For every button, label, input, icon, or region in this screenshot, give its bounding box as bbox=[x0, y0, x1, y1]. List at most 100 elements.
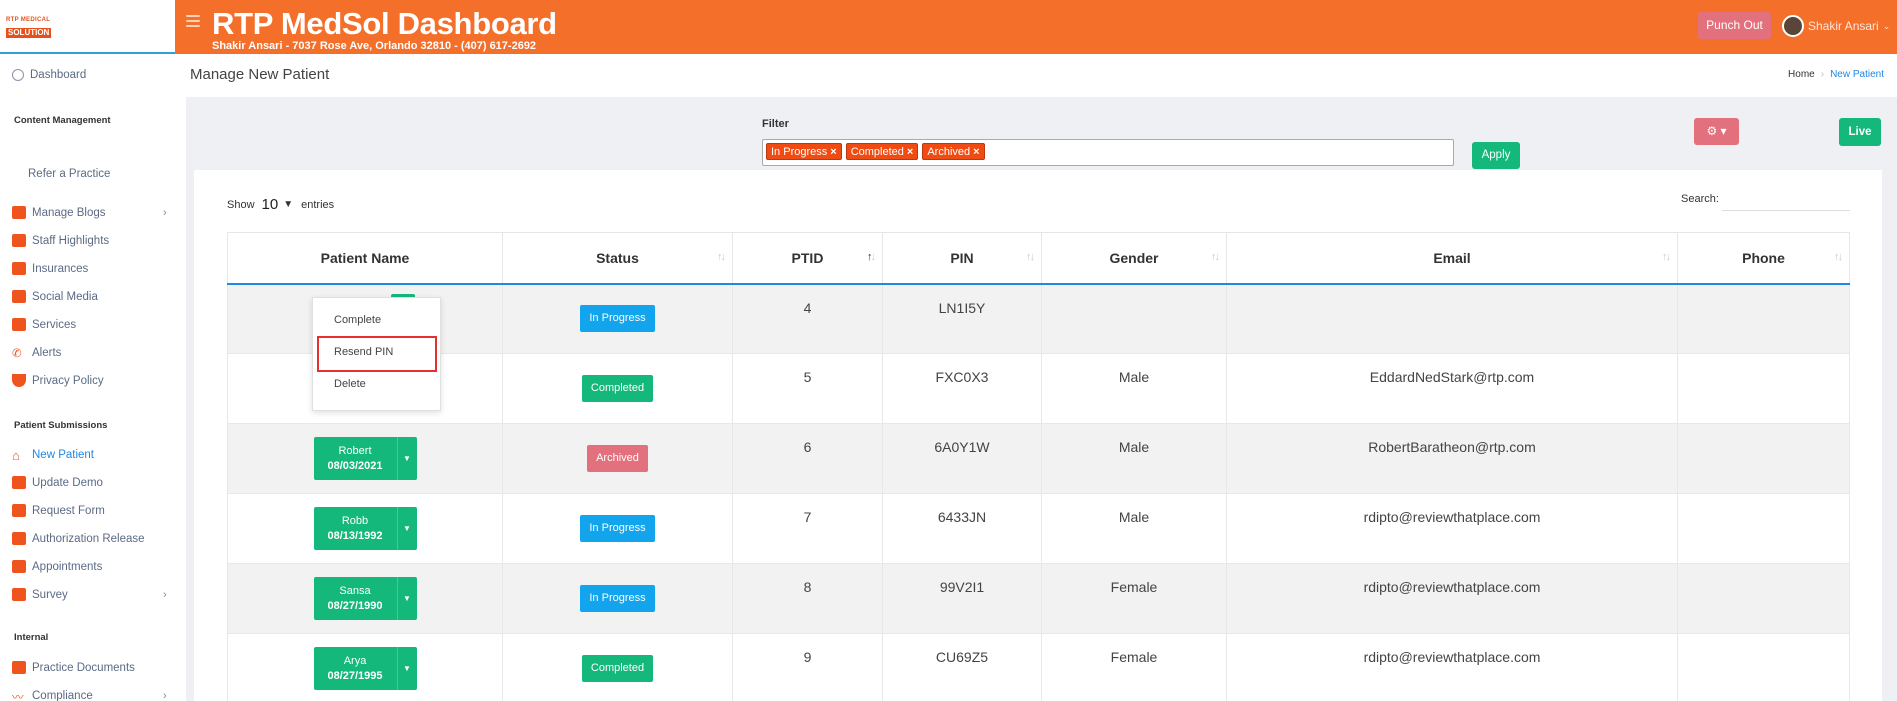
sidebar-item-label: Compliance bbox=[32, 689, 93, 701]
patient-name-button[interactable]: Sansa 08/27/1990 ▼ bbox=[313, 577, 417, 620]
entries-select[interactable]: 10 bbox=[262, 196, 279, 213]
menu-item-complete[interactable]: Complete bbox=[334, 314, 381, 326]
cell-patient-name: Sansa 08/27/1990 ▼ bbox=[227, 563, 503, 634]
search-input[interactable] bbox=[1721, 193, 1850, 211]
cell-phone bbox=[1677, 423, 1850, 494]
table-row: Robb 08/13/1992 ▼ In Progress 7 6433JN Ma… bbox=[227, 493, 1850, 564]
sidebar-section-patient: Patient Submissions bbox=[14, 420, 108, 431]
cell-email: rdipto@reviewthatplace.com bbox=[1226, 493, 1678, 564]
chevron-right-icon: › bbox=[163, 690, 167, 701]
patient-name-text: Arya 08/27/1995 bbox=[314, 654, 397, 684]
cell-status: Completed bbox=[502, 353, 733, 424]
patient-first-name: Robert bbox=[338, 444, 372, 457]
cell-phone bbox=[1677, 353, 1850, 424]
breadcrumb-home[interactable]: Home bbox=[1788, 69, 1815, 80]
sidebar-item-survey[interactable]: Survey bbox=[12, 588, 68, 601]
filter-label: Filter bbox=[762, 118, 789, 130]
column-header-ptid[interactable]: PTID ↑↓ bbox=[732, 232, 883, 285]
sidebar-item-insurances[interactable]: Insurances bbox=[12, 262, 88, 275]
cell-patient-name: Arya 08/27/1995 ▼ bbox=[227, 633, 503, 701]
app-title: RTP MedSol Dashboard bbox=[212, 6, 557, 41]
filter-tag: Archived × bbox=[922, 143, 985, 160]
sidebar-item-refer[interactable]: Refer a Practice bbox=[28, 168, 110, 180]
cell-ptid: 7 bbox=[732, 493, 883, 564]
caret-down-icon[interactable]: ▼ bbox=[396, 507, 417, 550]
sidebar-item-label: Dashboard bbox=[30, 69, 87, 81]
sidebar-item-alerts[interactable]: ✆ Alerts bbox=[12, 346, 61, 361]
breadcrumb: Home › New Patient bbox=[1788, 69, 1884, 80]
menu-item-delete[interactable]: Delete bbox=[334, 378, 366, 390]
remove-tag-icon[interactable]: × bbox=[830, 146, 836, 158]
sidebar-item-services[interactable]: Services bbox=[12, 318, 76, 331]
patient-name-button[interactable]: Robert 08/03/2021 ▼ bbox=[313, 437, 417, 480]
caret-down-icon[interactable]: ▼ bbox=[396, 647, 417, 690]
settings-dropdown-button[interactable]: ⚙ ▾ bbox=[1694, 118, 1739, 145]
sidebar-item-dashboard[interactable]: Dashboard bbox=[12, 69, 86, 81]
sidebar-item-social[interactable]: Social Media bbox=[12, 290, 98, 303]
patient-name-text: Sansa 08/27/1990 bbox=[314, 584, 397, 614]
sidebar-item-privacy[interactable]: Privacy Policy bbox=[12, 374, 104, 387]
table-row: Sansa 08/27/1990 ▼ In Progress 8 99V2I1 F… bbox=[227, 563, 1850, 634]
filter-tag-label: Archived bbox=[927, 146, 971, 158]
user-menu[interactable]: Shakir Ansari ⌄ bbox=[1782, 14, 1890, 38]
table-row: Robert 08/03/2021 ▼ Archived 6 6A0Y1W Mal… bbox=[227, 423, 1850, 494]
apply-button[interactable]: Apply bbox=[1472, 142, 1520, 169]
brand-logo[interactable]: RTP MEDICAL SOLUTION bbox=[6, 17, 60, 38]
column-header-patient-name[interactable]: Patient Name bbox=[227, 232, 503, 285]
column-header-pin[interactable]: PIN ↑↓ bbox=[882, 232, 1042, 285]
cell-ptid: 9 bbox=[732, 633, 883, 701]
column-label: PIN bbox=[950, 249, 974, 266]
cell-gender: Male bbox=[1041, 493, 1227, 564]
cell-phone bbox=[1677, 493, 1850, 564]
live-button[interactable]: Live bbox=[1839, 118, 1881, 146]
id-card-icon bbox=[12, 476, 26, 489]
patient-name-button[interactable]: Robb 08/13/1992 ▼ bbox=[313, 507, 417, 550]
cell-ptid: 4 bbox=[732, 283, 883, 354]
sidebar-item-new-patient[interactable]: ⌂ New Patient bbox=[12, 448, 94, 463]
sidebar-item-auth-release[interactable]: Authorization Release bbox=[12, 532, 145, 545]
table-row: Completed 5 FXC0X3 Male EddardNedStark@r… bbox=[227, 353, 1850, 424]
cell-pin: 99V2I1 bbox=[882, 563, 1042, 634]
cell-pin: FXC0X3 bbox=[882, 353, 1042, 424]
patient-name-button[interactable]: Arya 08/27/1995 ▼ bbox=[313, 647, 417, 690]
sidebar-item-update-demo[interactable]: Update Demo bbox=[12, 476, 103, 489]
content-header: Manage New Patient Home › New Patient bbox=[186, 54, 1897, 97]
sidebar-item-compliance[interactable]: 〰 Compliance bbox=[12, 689, 93, 701]
column-label: Patient Name bbox=[320, 249, 410, 266]
sidebar-item-label: Survey bbox=[32, 588, 68, 601]
cell-ptid: 6 bbox=[732, 423, 883, 494]
survey-icon bbox=[12, 588, 26, 601]
home-icon: ⌂ bbox=[12, 448, 20, 463]
remove-tag-icon[interactable]: × bbox=[973, 146, 979, 158]
patient-first-name: Sansa bbox=[339, 584, 371, 597]
chevron-down-icon: ⌄ bbox=[1882, 20, 1891, 31]
logo-line-2: SOLUTION bbox=[6, 28, 52, 38]
chevron-down-icon[interactable]: ▼ bbox=[283, 199, 293, 210]
caret-down-icon[interactable]: ▼ bbox=[396, 437, 417, 480]
column-header-status[interactable]: Status ↑↓ bbox=[502, 232, 733, 285]
sidebar-item-request-form[interactable]: Request Form bbox=[12, 504, 105, 517]
filter-input[interactable]: In Progress × Completed × Archived × bbox=[762, 139, 1454, 166]
avatar bbox=[1782, 15, 1804, 37]
column-header-email[interactable]: Email ↑↓ bbox=[1226, 232, 1678, 285]
cell-status: Archived bbox=[502, 423, 733, 494]
remove-tag-icon[interactable]: × bbox=[907, 146, 913, 158]
sidebar-item-appointments[interactable]: Appointments bbox=[12, 560, 102, 573]
staff-icon bbox=[12, 234, 26, 247]
cell-pin: CU69Z5 bbox=[882, 633, 1042, 701]
breadcrumb-separator-icon: › bbox=[1820, 69, 1825, 80]
highlight-box bbox=[317, 336, 437, 372]
filter-tag-label: Completed bbox=[850, 146, 904, 158]
column-header-phone[interactable]: Phone ↑↓ bbox=[1677, 232, 1850, 285]
sidebar-item-practice-docs[interactable]: Practice Documents bbox=[12, 661, 135, 674]
caret-down-icon[interactable]: ▼ bbox=[396, 577, 417, 620]
sidebar-item-blogs[interactable]: Manage Blogs bbox=[12, 206, 106, 219]
sort-icon: ↑↓ bbox=[1834, 251, 1843, 263]
show-label: Show bbox=[227, 198, 255, 211]
column-label: Email bbox=[1433, 249, 1471, 266]
sidebar-item-staff[interactable]: Staff Highlights bbox=[12, 234, 109, 247]
cell-pin: LN1I5Y bbox=[882, 283, 1042, 354]
punch-out-button[interactable]: Punch Out bbox=[1698, 12, 1771, 39]
column-header-gender[interactable]: Gender ↑↓ bbox=[1041, 232, 1227, 285]
hamburger-menu-icon[interactable] bbox=[186, 15, 200, 27]
